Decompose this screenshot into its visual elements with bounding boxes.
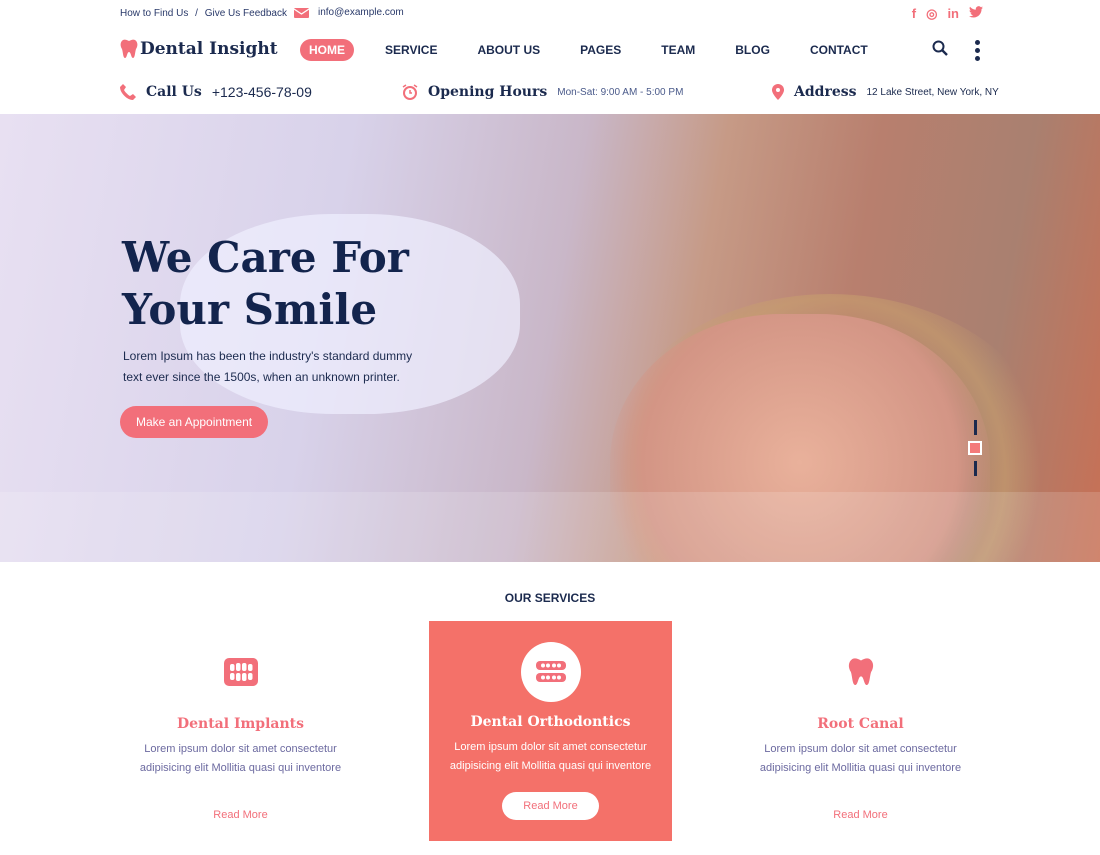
hero-title-line2: Your Smile <box>122 285 378 334</box>
service-card-orthodontics: Dental Orthodontics Lorem ipsum dolor si… <box>429 621 672 841</box>
feedback-link[interactable]: Give Us Feedback <box>205 8 287 19</box>
address-info: Address 12 Lake Street, New York, NY <box>772 84 999 100</box>
slide-indicator-1[interactable] <box>973 420 977 435</box>
instagram-icon[interactable]: ◎ <box>926 6 937 22</box>
hours-label: Opening Hours <box>428 84 548 100</box>
nav-menu: HOME SERVICE ABOUT US PAGES TEAM BLOG CO… <box>300 39 899 61</box>
call-info: Call Us +123-456-78-09 <box>120 84 312 100</box>
hero-title: We Care For Your Smile <box>122 232 409 336</box>
tooth-logo-icon <box>120 39 138 58</box>
more-menu-icon[interactable] <box>975 40 980 61</box>
find-us-link[interactable]: How to Find Us <box>120 8 188 19</box>
phone-number[interactable]: +123-456-78-09 <box>212 84 312 100</box>
orthodontics-braces-icon <box>520 642 581 702</box>
email-text: info@example.com <box>318 7 404 18</box>
linkedin-icon[interactable]: in <box>947 6 959 22</box>
logo[interactable]: Dental Insight <box>120 39 278 59</box>
read-more-link[interactable]: Read More <box>812 801 908 829</box>
hero-banner: We Care For Your Smile Lorem Ipsum has be… <box>0 114 1100 562</box>
phone-icon <box>120 84 136 100</box>
hero-overlay-strip <box>0 492 1100 562</box>
nav-blog[interactable]: BLOG <box>726 39 779 61</box>
search-icon[interactable] <box>932 40 948 56</box>
make-appointment-button[interactable]: Make an Appointment <box>120 406 269 438</box>
nav-team[interactable]: TEAM <box>652 39 704 61</box>
address-value: 12 Lake Street, New York, NY <box>866 86 999 98</box>
nav-home[interactable]: HOME <box>300 39 354 61</box>
info-bar: Call Us +123-456-78-09 Opening Hours Mon… <box>0 84 1100 106</box>
mail-icon <box>294 7 309 18</box>
services-heading: OUR SERVICES <box>504 591 596 605</box>
teeth-implant-icon <box>223 655 258 689</box>
nav-service[interactable]: SERVICE <box>376 39 446 61</box>
service-card-implants: Dental Implants Lorem ipsum dolor sit am… <box>119 621 362 841</box>
nav-contact[interactable]: CONTACT <box>801 39 877 61</box>
slider-indicators <box>968 420 982 476</box>
location-pin-icon <box>772 84 784 100</box>
service-text: Lorem ipsum dolor sit amet consectetur a… <box>759 743 962 774</box>
nav-pages[interactable]: PAGES <box>571 39 630 61</box>
social-links: f ◎ in <box>912 6 983 22</box>
address-label: Address <box>794 84 857 100</box>
alarm-clock-icon <box>402 84 418 100</box>
email-contact[interactable]: info@example.com <box>294 7 404 18</box>
hours-info: Opening Hours Mon-Sat: 9:00 AM - 5:00 PM <box>402 84 683 100</box>
slide-indicator-3[interactable] <box>973 461 977 476</box>
service-text: Lorem ipsum dolor sit amet consectetur a… <box>449 741 652 772</box>
top-bar: How to Find Us / Give Us Feedback info@e… <box>0 0 1100 26</box>
twitter-icon[interactable] <box>969 6 983 22</box>
slide-indicator-2-active[interactable] <box>968 441 982 455</box>
service-card-root-canal: Root Canal Lorem ipsum dolor sit amet co… <box>739 621 982 841</box>
brand-name: Dental Insight <box>140 39 278 59</box>
tooth-icon <box>844 655 878 689</box>
facebook-icon[interactable]: f <box>912 6 916 22</box>
read-more-button[interactable]: Read More <box>502 792 599 820</box>
main-nav: Dental Insight HOME SERVICE ABOUT US PAG… <box>0 30 1100 70</box>
service-title: Root Canal <box>817 716 904 732</box>
call-label: Call Us <box>146 84 202 100</box>
read-more-link[interactable]: Read More <box>192 801 288 829</box>
nav-about[interactable]: ABOUT US <box>468 39 549 61</box>
hero-text: Lorem Ipsum has been the industry's stan… <box>123 349 413 384</box>
service-title: Dental Orthodontics <box>470 714 631 730</box>
separator: / <box>195 8 198 19</box>
hero-title-line1: We Care For <box>122 233 409 282</box>
service-title: Dental Implants <box>176 716 305 732</box>
service-text: Lorem ipsum dolor sit amet consectetur a… <box>139 743 342 774</box>
top-links: How to Find Us / Give Us Feedback <box>120 8 287 19</box>
hours-value: Mon-Sat: 9:00 AM - 5:00 PM <box>557 86 684 98</box>
